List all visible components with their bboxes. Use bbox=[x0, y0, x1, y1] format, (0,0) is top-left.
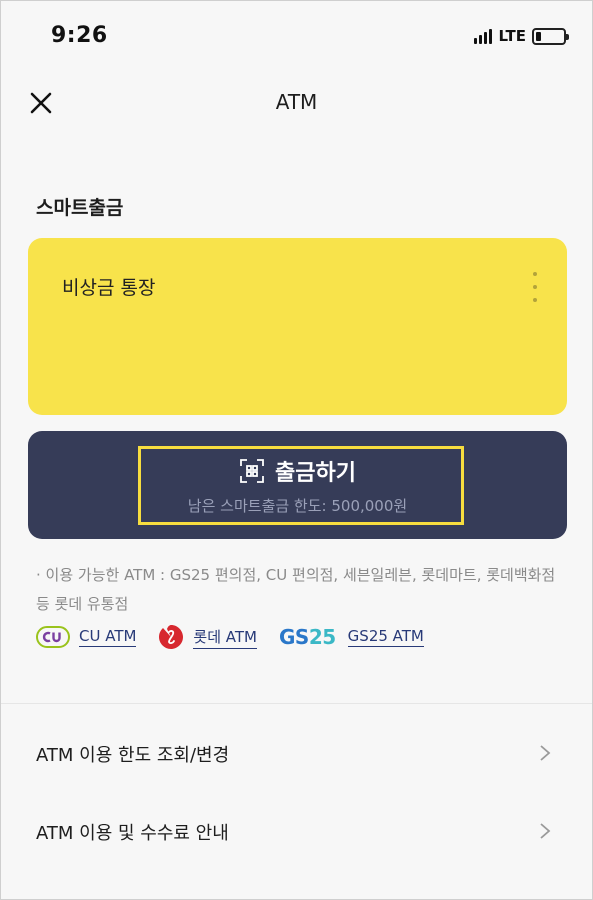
menu-item-atm-limit[interactable]: ATM 이용 한도 조회/변경 bbox=[1, 723, 592, 783]
menu-item-label: ATM 이용 및 수수료 안내 bbox=[36, 823, 229, 844]
menu-item-label: ATM 이용 한도 조회/변경 bbox=[36, 745, 230, 766]
chevron-right-icon bbox=[540, 823, 551, 839]
atm-links: CU ATM 롯데 ATM GS25 GS25 ATM bbox=[36, 624, 424, 650]
chevron-right-icon bbox=[540, 745, 551, 761]
gs25-atm-label: GS25 ATM bbox=[347, 627, 424, 647]
account-name: 비상금 통장 bbox=[62, 277, 156, 299]
gs25-logo-icon: GS25 bbox=[279, 625, 336, 649]
cu-atm-label: CU ATM bbox=[79, 627, 137, 647]
network-type: LTE bbox=[498, 27, 526, 45]
signal-icon bbox=[474, 28, 493, 44]
available-atm-notice: · 이용 가능한 ATM : GS25 편의점, CU 편의점, 세븐일레븐, … bbox=[36, 566, 556, 613]
section-title: 스마트출금 bbox=[36, 197, 124, 219]
withdraw-limit: 남은 스마트출금 한도: 500,000원 bbox=[187, 497, 408, 515]
scan-icon bbox=[240, 459, 264, 483]
cu-atm-link[interactable]: CU ATM bbox=[36, 626, 137, 648]
lotte-atm-label: 롯데 ATM bbox=[193, 626, 257, 649]
divider bbox=[1, 703, 592, 704]
status-bar: 9:26 LTE bbox=[1, 1, 592, 73]
menu-item-atm-fee[interactable]: ATM 이용 및 수수료 안내 bbox=[1, 801, 592, 861]
lotte-atm-link[interactable]: 롯데 ATM bbox=[158, 624, 257, 650]
withdraw-button[interactable]: 출금하기 남은 스마트출금 한도: 500,000원 bbox=[28, 431, 567, 539]
nav-bar: ATM bbox=[1, 73, 592, 133]
gs25-atm-link[interactable]: GS25 GS25 ATM bbox=[279, 625, 424, 649]
battery-fill bbox=[536, 31, 542, 41]
account-card[interactable]: 비상금 통장 bbox=[28, 238, 567, 415]
withdraw-label: 출금하기 bbox=[275, 461, 356, 486]
more-vertical-icon bbox=[533, 272, 537, 276]
status-indicators: LTE bbox=[474, 27, 569, 45]
page-title: ATM bbox=[275, 90, 318, 114]
status-time: 9:26 bbox=[51, 23, 108, 48]
battery-icon bbox=[532, 27, 569, 45]
cu-logo-icon bbox=[36, 626, 70, 648]
lotte-logo-icon bbox=[159, 625, 184, 649]
more-options-button[interactable] bbox=[525, 270, 545, 304]
